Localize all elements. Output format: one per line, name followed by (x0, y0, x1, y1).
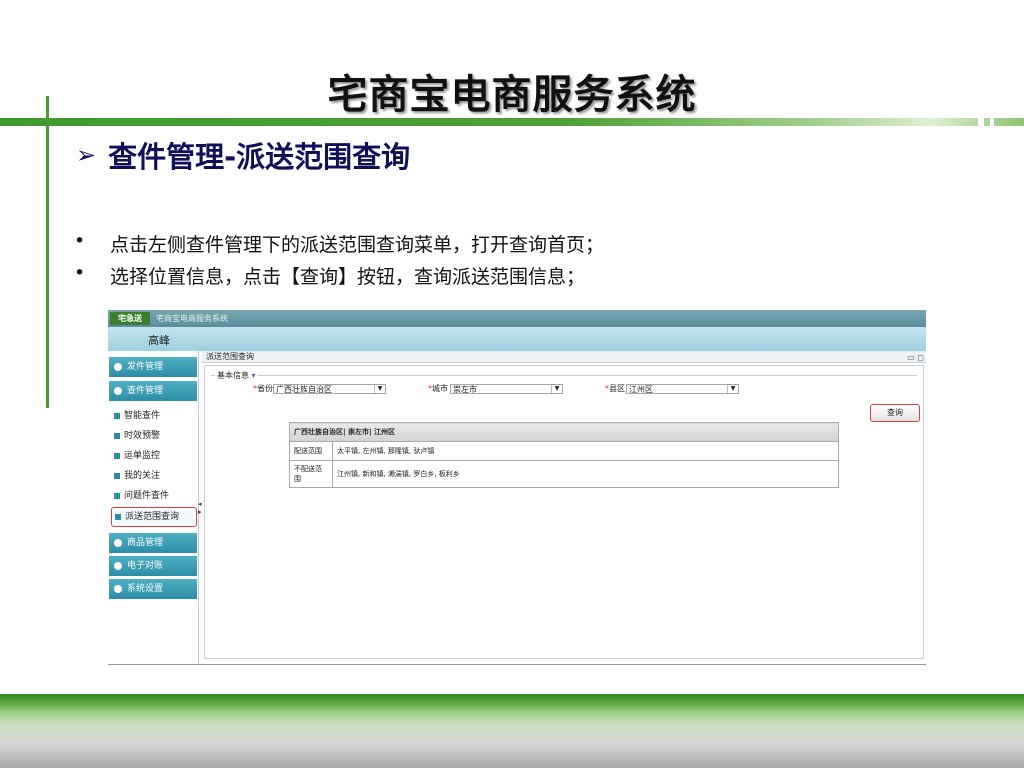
row-key: 配送范围 (289, 441, 333, 461)
province-select[interactable]: 广西壮族自治区 ▼ (273, 384, 386, 394)
submenu-item-selected[interactable]: 派送范围查询 (111, 507, 197, 527)
city-label: *城市 (428, 383, 448, 394)
app-header: 宅急送 宅商宝电商服务系统 (108, 310, 926, 327)
county-select[interactable]: 江州区 ▼ (626, 384, 739, 394)
submenu-square-icon (115, 513, 121, 520)
bullet-dot-icon: • (74, 262, 86, 284)
menu-label: 系统设置 (127, 584, 164, 594)
city-select[interactable]: 崇左市 ▼ (450, 384, 563, 394)
province-label: *省份 (253, 383, 273, 394)
app-screenshot: 宅急送 宅商宝电商服务系统 高峰 发件管理 查件管理 智能查件 时效预警 运单监… (108, 310, 926, 665)
submenu-square-icon (114, 452, 120, 459)
bullet-dot-icon: • (74, 230, 86, 252)
submenu-square-icon (114, 432, 120, 439)
dropdown-arrow-icon: ▼ (727, 385, 738, 393)
menu-send[interactable]: 发件管理 (109, 357, 197, 377)
submenu-item[interactable]: 问题件查件 (111, 487, 195, 505)
window-controls-icon[interactable]: ▭ ◻ (907, 352, 924, 364)
caret-down-icon: ▾ (251, 371, 256, 380)
fieldset-border (211, 375, 917, 376)
sidebar: 发件管理 查件管理 智能查件 时效预警 运单监控 我的关注 问题件查件 派送范围… (108, 351, 199, 664)
bullet-item: • 点击左侧查件管理下的派送范围查询菜单，打开查询首页； (74, 230, 604, 257)
dropdown-arrow-icon: ▼ (551, 385, 562, 393)
section-heading: ➢ 查件管理-派送范围查询 (76, 134, 410, 176)
bullet-text: 选择位置信息，点击【查询】按钮，查询派送范围信息； (110, 266, 586, 288)
menu-label: 发件管理 (127, 362, 164, 372)
submenu-item[interactable]: 运单监控 (111, 447, 195, 465)
submenu-label: 时效预警 (124, 431, 161, 441)
menu-goods[interactable]: 商品管理 (109, 533, 197, 553)
submenu-label: 派送范围查询 (125, 512, 180, 522)
app-title: 宅商宝电商服务系统 (156, 314, 228, 323)
title-divider (0, 118, 1024, 126)
menu-label: 商品管理 (127, 538, 164, 548)
query-panel: 基本信息 ▾ *省份 广西壮族自治区 ▼ *城市 崇左市 ▼ *县区 江州区 ▼ 查询… (204, 365, 924, 659)
tab-label: 派送范围查询 (206, 352, 254, 361)
submenu-item[interactable]: 我的关注 (111, 467, 195, 485)
submenu-square-icon (114, 492, 120, 499)
result-header: 广西壮族自治区| 崇左市| 江州区 (289, 422, 839, 442)
province-value: 广西壮族自治区 (276, 385, 332, 394)
row-value: 太平镇, 左州镇, 那隆镇, 驮卢镇 (332, 441, 839, 461)
county-value: 江州区 (629, 385, 653, 394)
main-panel: 派送范围查询 ▭ ◻ 基本信息 ▾ *省份 广西壮族自治区 ▼ *城市 崇左市 ▼ … (202, 351, 926, 664)
county-label-text: 县区 (609, 384, 625, 393)
user-bar: 高峰 (108, 327, 926, 351)
arrow-bullet-icon: ➢ (76, 141, 97, 169)
dropdown-arrow-icon: ▼ (374, 385, 385, 393)
province-label-text: 省份 (257, 384, 273, 393)
result-header-row: 广西壮族自治区| 崇左市| 江州区 (289, 422, 839, 442)
bullet-item: • 选择位置信息，点击【查询】按钮，查询派送范围信息； (74, 262, 585, 289)
row-key: 不配送范围 (289, 460, 333, 488)
submenu-square-icon (114, 412, 120, 419)
city-label-text: 城市 (432, 384, 448, 393)
fieldset-legend-text: 基本信息 (217, 371, 249, 380)
submenu-label: 运单监控 (124, 451, 161, 461)
user-name: 高峰 (148, 334, 170, 347)
table-row: 配送范围 太平镇, 左州镇, 那隆镇, 驮卢镇 (289, 441, 839, 461)
slide-title: 宅商宝电商服务系统 (327, 72, 697, 118)
tab-delivery-range[interactable]: 派送范围查询 ▭ ◻ (202, 351, 926, 363)
row-value: 江州镇, 新和镇, 濑湍镇, 罗白乡, 板利乡 (332, 460, 839, 488)
result-table: 广西壮族自治区| 崇左市| 江州区 配送范围 太平镇, 左州镇, 那隆镇, 驮卢镇… (289, 422, 839, 488)
query-button[interactable]: 查询 (870, 404, 920, 422)
menu-circle-icon (114, 538, 122, 547)
section-heading-text: 查件管理-派送范围查询 (108, 140, 411, 174)
submenu-label: 智能查件 (124, 411, 161, 421)
menu-circle-icon (114, 362, 122, 371)
menu-circle-icon (114, 584, 122, 593)
city-value: 崇左市 (453, 385, 477, 394)
menu-circle-icon (114, 561, 122, 570)
submenu-label: 我的关注 (124, 471, 161, 481)
menu-settings[interactable]: 系统设置 (109, 579, 197, 599)
submenu-square-icon (114, 472, 120, 479)
menu-circle-icon (114, 386, 122, 395)
submenu-item[interactable]: 时效预警 (111, 427, 195, 445)
bullet-text: 点击左侧查件管理下的派送范围查询菜单，打开查询首页； (110, 234, 605, 256)
submenu-item[interactable]: 智能查件 (111, 407, 195, 425)
app-logo: 宅急送 (110, 312, 150, 325)
menu-label: 电子对账 (127, 561, 164, 571)
menu-bill[interactable]: 电子对账 (109, 556, 197, 576)
fieldset-legend[interactable]: 基本信息 ▾ (215, 370, 258, 381)
table-row: 不配送范围 江州镇, 新和镇, 濑湍镇, 罗白乡, 板利乡 (289, 460, 839, 488)
menu-query[interactable]: 查件管理 (109, 381, 197, 401)
submenu-label: 问题件查件 (124, 491, 170, 501)
left-accent-line (46, 96, 49, 408)
footer-band (0, 694, 1024, 768)
county-label: *县区 (605, 383, 625, 394)
menu-label: 查件管理 (127, 386, 164, 396)
